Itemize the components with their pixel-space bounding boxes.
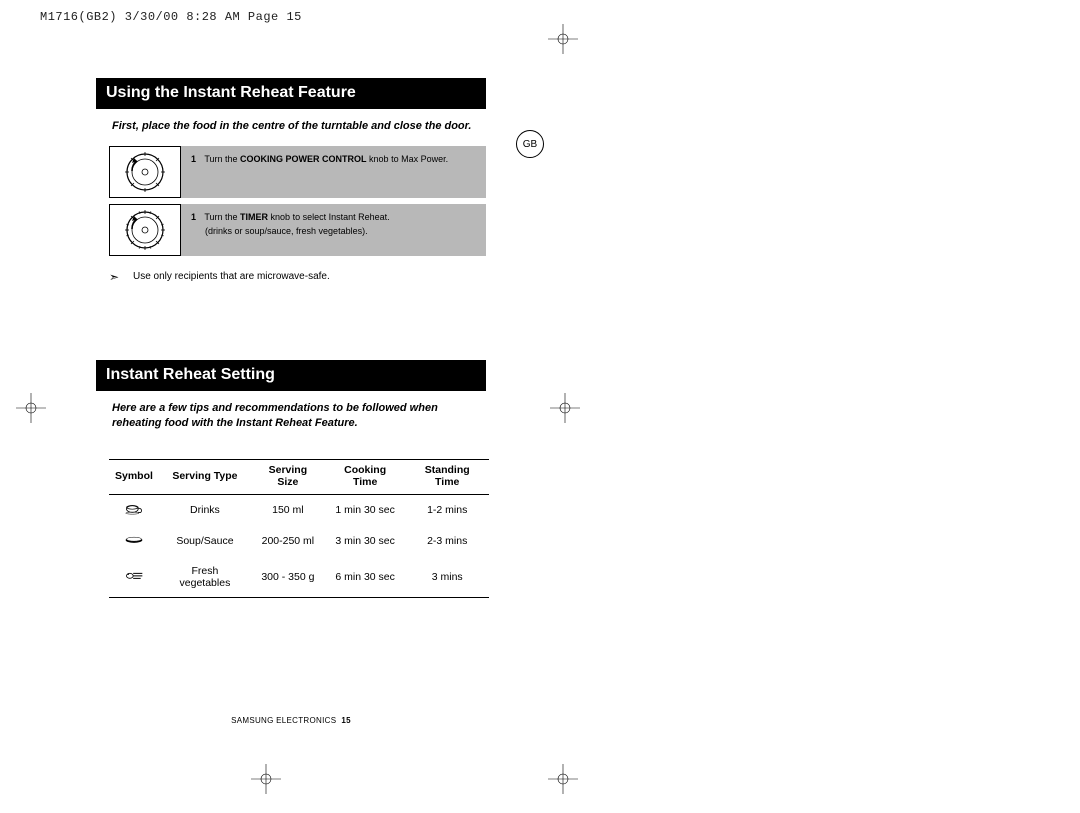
table-row: Drinks 150 ml 1 min 30 sec 1-2 mins xyxy=(109,494,489,526)
registration-mark xyxy=(548,764,578,794)
step-number: 1 xyxy=(191,154,196,164)
cell-size: 300 - 350 g xyxy=(251,557,325,598)
cell-type: Soup/Sauce xyxy=(159,526,251,557)
knob-diagram-icon xyxy=(109,204,181,256)
registration-mark xyxy=(550,393,580,423)
col-cooking-time: Cooking Time xyxy=(325,459,406,494)
registration-mark xyxy=(16,393,46,423)
cell-stand: 3 mins xyxy=(405,557,489,598)
print-header: M1716(GB2) 3/30/00 8:28 AM Page 15 xyxy=(40,10,302,24)
registration-mark xyxy=(251,764,281,794)
cell-cook: 1 min 30 sec xyxy=(325,494,406,526)
step-text-bold: COOKING POWER CONTROL xyxy=(240,154,367,164)
table-row: Soup/Sauce 200-250 ml 3 min 30 sec 2-3 m… xyxy=(109,526,489,557)
note-text: Use only recipients that are microwave-s… xyxy=(133,270,330,282)
step-number: 1 xyxy=(191,212,196,222)
cell-stand: 2-3 mins xyxy=(405,526,489,557)
step-text-part: Turn the xyxy=(204,154,240,164)
step-row: 1 Turn the COOKING POWER CONTROL knob to… xyxy=(109,146,486,198)
step-row: 1 Turn the TIMER knob to select Instant … xyxy=(109,204,486,256)
note-arrow-icon: ➣ xyxy=(109,270,133,284)
col-standing-time: Standing Time xyxy=(405,459,489,494)
col-serving-type: Serving Type xyxy=(159,459,251,494)
cell-size: 200-250 ml xyxy=(251,526,325,557)
step-text-bold: TIMER xyxy=(240,212,268,222)
knob-diagram-icon xyxy=(109,146,181,198)
step-text-part: Turn the xyxy=(204,212,240,222)
step-text: 1 Turn the COOKING POWER CONTROL knob to… xyxy=(181,146,486,198)
registration-mark xyxy=(548,24,578,54)
col-symbol: Symbol xyxy=(109,459,159,494)
symbol-vegetables-icon xyxy=(109,557,159,598)
section-intro: Here are a few tips and recommendations … xyxy=(96,391,486,443)
reheat-settings-table: Symbol Serving Type Serving Size Cooking… xyxy=(109,459,489,598)
section-intro: First, place the food in the centre of t… xyxy=(96,109,486,146)
step-text-part: knob to Max Power. xyxy=(367,154,449,164)
symbol-cup-icon xyxy=(109,494,159,526)
cell-cook: 6 min 30 sec xyxy=(325,557,406,598)
page-footer: SAMSUNG ELECTRONICS 15 xyxy=(96,716,486,725)
cell-type: Fresh vegetables xyxy=(159,557,251,598)
section-instant-reheat-feature: Using the Instant Reheat Feature First, … xyxy=(96,78,486,284)
section-title: Instant Reheat Setting xyxy=(96,360,486,391)
col-serving-size: Serving Size xyxy=(251,459,325,494)
footer-brand: SAMSUNG ELECTRONICS xyxy=(231,716,336,725)
cell-size: 150 ml xyxy=(251,494,325,526)
footer-page-number: 15 xyxy=(341,716,351,725)
symbol-bowl-icon xyxy=(109,526,159,557)
step-text-part: knob to select Instant Reheat. xyxy=(268,212,390,222)
note-row: ➣ Use only recipients that are microwave… xyxy=(109,270,486,284)
region-badge: GB xyxy=(516,130,544,158)
section-title: Using the Instant Reheat Feature xyxy=(96,78,486,109)
table-row: Fresh vegetables 300 - 350 g 6 min 30 se… xyxy=(109,557,489,598)
section-instant-reheat-setting: Instant Reheat Setting Here are a few ti… xyxy=(96,360,486,598)
cell-type: Drinks xyxy=(159,494,251,526)
cell-stand: 1-2 mins xyxy=(405,494,489,526)
cell-cook: 3 min 30 sec xyxy=(325,526,406,557)
step-text: 1 Turn the TIMER knob to select Instant … xyxy=(181,204,486,256)
step-text-line2: (drinks or soup/sauce, fresh vegetables)… xyxy=(191,224,476,238)
